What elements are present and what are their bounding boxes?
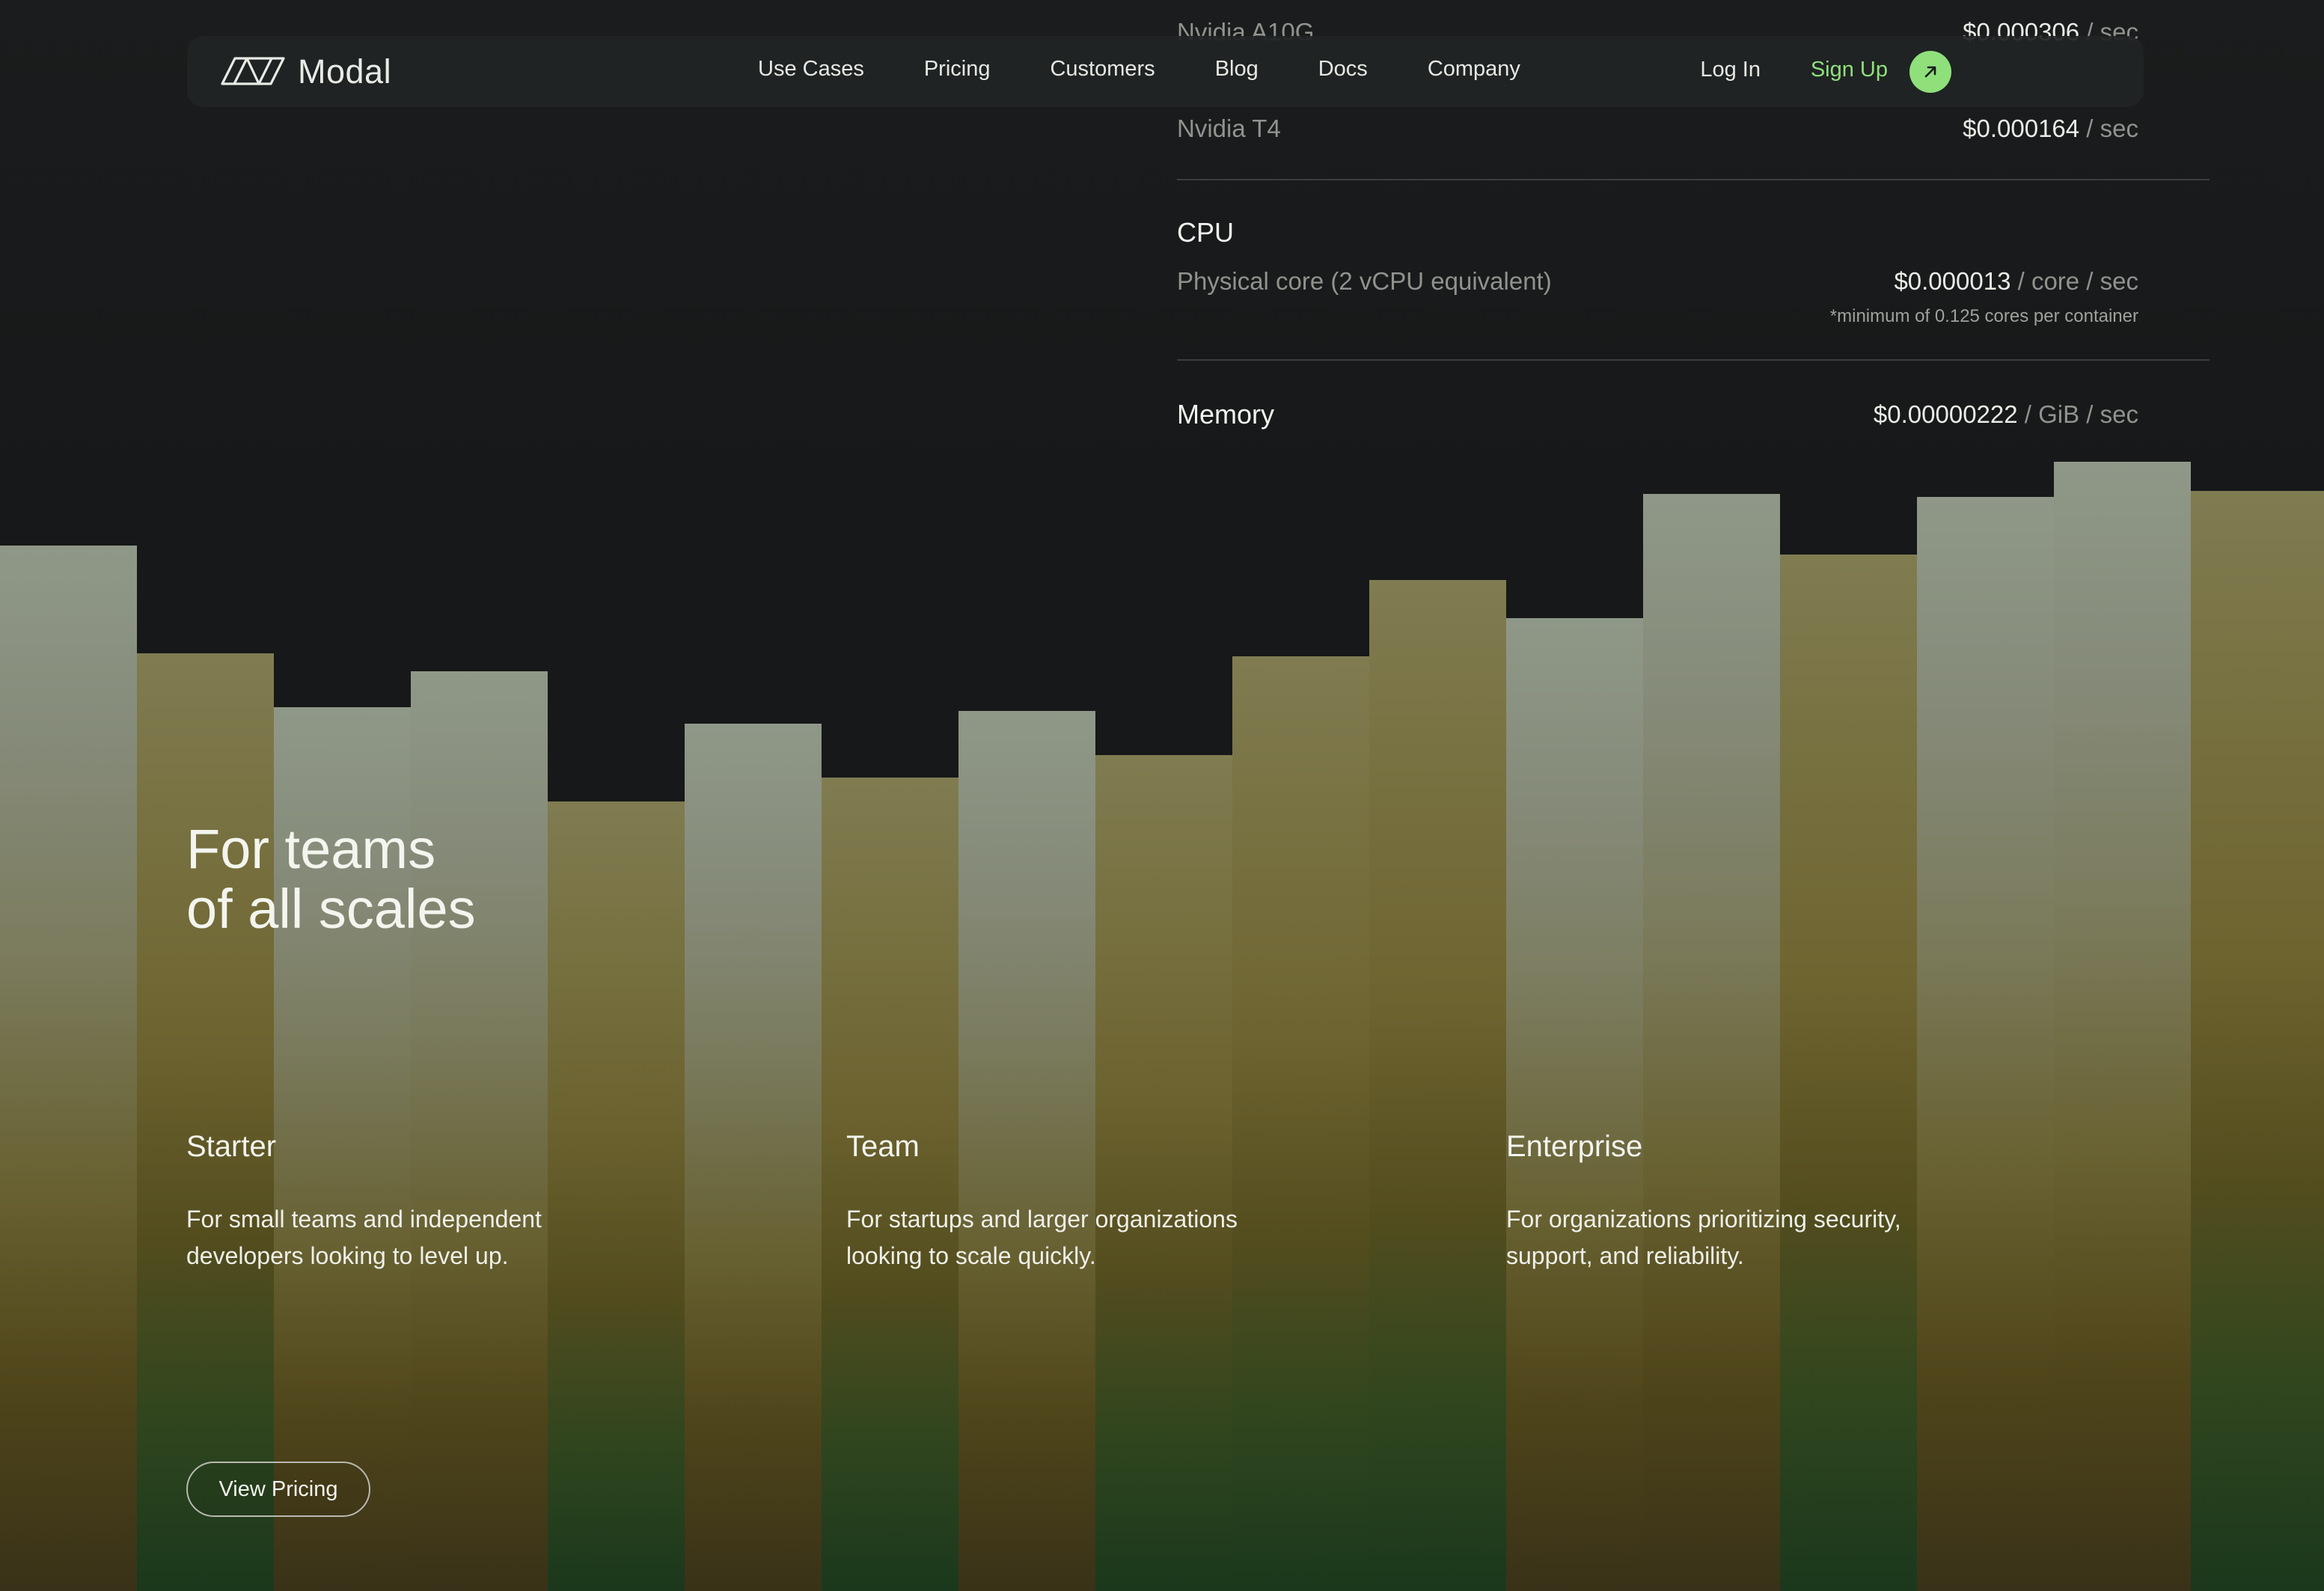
tier-description-line: For small teams and independent — [186, 1206, 542, 1233]
decorative-bar-background — [0, 0, 2324, 1591]
modal-logo-icon — [221, 57, 285, 85]
memory-price-row: $0.00000222 / GiB / sec — [1177, 400, 2138, 445]
signup-arrow-button[interactable] — [1909, 51, 1951, 93]
gpu-name: Nvidia T4 — [1177, 114, 1281, 142]
tier-description-line: For organizations prioritizing security, — [1506, 1206, 1901, 1233]
tier-description: For small teams and independent develope… — [186, 1201, 665, 1274]
background-bar — [1369, 580, 1506, 1591]
brand-name: Modal — [298, 52, 392, 91]
background-bar — [685, 724, 822, 1591]
cpu-title: CPU — [1177, 217, 1235, 248]
tier-description-line: For startups and larger organizations — [846, 1206, 1238, 1233]
tier-description-line: developers looking to level up. — [186, 1242, 509, 1269]
view-pricing-button[interactable]: View Pricing — [186, 1462, 370, 1517]
tier-enterprise: Enterprise For organizations prioritizin… — [1506, 1130, 1985, 1274]
background-bar — [1643, 494, 1780, 1591]
background-bar — [137, 653, 274, 1591]
hero-title-line: For teams — [186, 818, 436, 880]
tier-team: Team For startups and larger organizatio… — [846, 1130, 1325, 1274]
tier-name: Starter — [186, 1130, 277, 1163]
background-bar — [1506, 618, 1643, 1591]
nav-link-use-cases[interactable]: Use Cases — [758, 57, 864, 82]
tier-starter: Starter For small teams and independent … — [186, 1130, 665, 1274]
nav-link-blog[interactable]: Blog — [1215, 57, 1259, 82]
nav-link-pricing[interactable]: Pricing — [924, 57, 991, 82]
nav-link-customers[interactable]: Customers — [1050, 57, 1155, 82]
nav-actions: Log In Sign Up — [1695, 36, 2144, 107]
tier-name: Team — [846, 1130, 920, 1163]
cpu-footnote: *minimum of 0.125 cores per container — [1829, 306, 2138, 326]
price-unit: / sec — [2079, 114, 2138, 142]
nav-links: Use Cases Pricing Customers Blog Docs Co… — [758, 57, 1580, 82]
tier-description: For organizations prioritizing security,… — [1506, 1201, 1985, 1274]
hero-title-line: of all scales — [186, 878, 476, 940]
gpu-price: $0.000164 / sec — [1963, 114, 2138, 143]
price-amount: $0.00000222 — [1873, 400, 2018, 428]
hero-title: For teams of all scales — [186, 819, 476, 939]
cpu-price-row: Physical core (2 vCPU equivalent) $0.000… — [1177, 267, 2138, 312]
nav-link-company[interactable]: Company — [1428, 57, 1520, 82]
price-amount: $0.000013 — [1894, 267, 2011, 295]
signup-link[interactable]: Sign Up — [1811, 58, 1888, 82]
login-link[interactable]: Log In — [1700, 58, 1761, 82]
price-unit: / core / sec — [2010, 267, 2138, 295]
logo-link[interactable]: Modal — [220, 52, 392, 91]
gpu-price-row: Nvidia T4 $0.000164 / sec — [1177, 114, 2138, 159]
pricing-page: Nvidia A10G $0.000306 / sec Nvidia T4 $0… — [0, 0, 2324, 1591]
memory-price: $0.00000222 / GiB / sec — [1874, 400, 2138, 429]
nav-link-docs[interactable]: Docs — [1318, 57, 1368, 82]
price-unit: / GiB / sec — [2017, 400, 2138, 428]
divider — [1177, 359, 2210, 361]
background-bar — [0, 546, 137, 1591]
top-nav: Modal Use Cases Pricing Customers Blog D… — [187, 36, 2144, 107]
background-bar — [2191, 491, 2324, 1591]
price-amount: $0.000164 — [1963, 114, 2080, 142]
background-bar — [1232, 656, 1369, 1591]
tier-description: For startups and larger organizations lo… — [846, 1201, 1325, 1274]
background-bar — [2054, 462, 2191, 1591]
background-bar — [1780, 555, 1917, 1591]
cpu-label: Physical core (2 vCPU equivalent) — [1177, 267, 1552, 295]
background-bar — [1917, 497, 2054, 1591]
cpu-price: $0.000013 / core / sec — [1894, 267, 2138, 296]
tier-description-line: support, and reliability. — [1506, 1242, 1744, 1269]
tier-name: Enterprise — [1506, 1130, 1643, 1163]
divider — [1177, 179, 2210, 180]
tier-description-line: looking to scale quickly. — [846, 1242, 1096, 1269]
arrow-up-right-icon — [1924, 66, 1936, 78]
